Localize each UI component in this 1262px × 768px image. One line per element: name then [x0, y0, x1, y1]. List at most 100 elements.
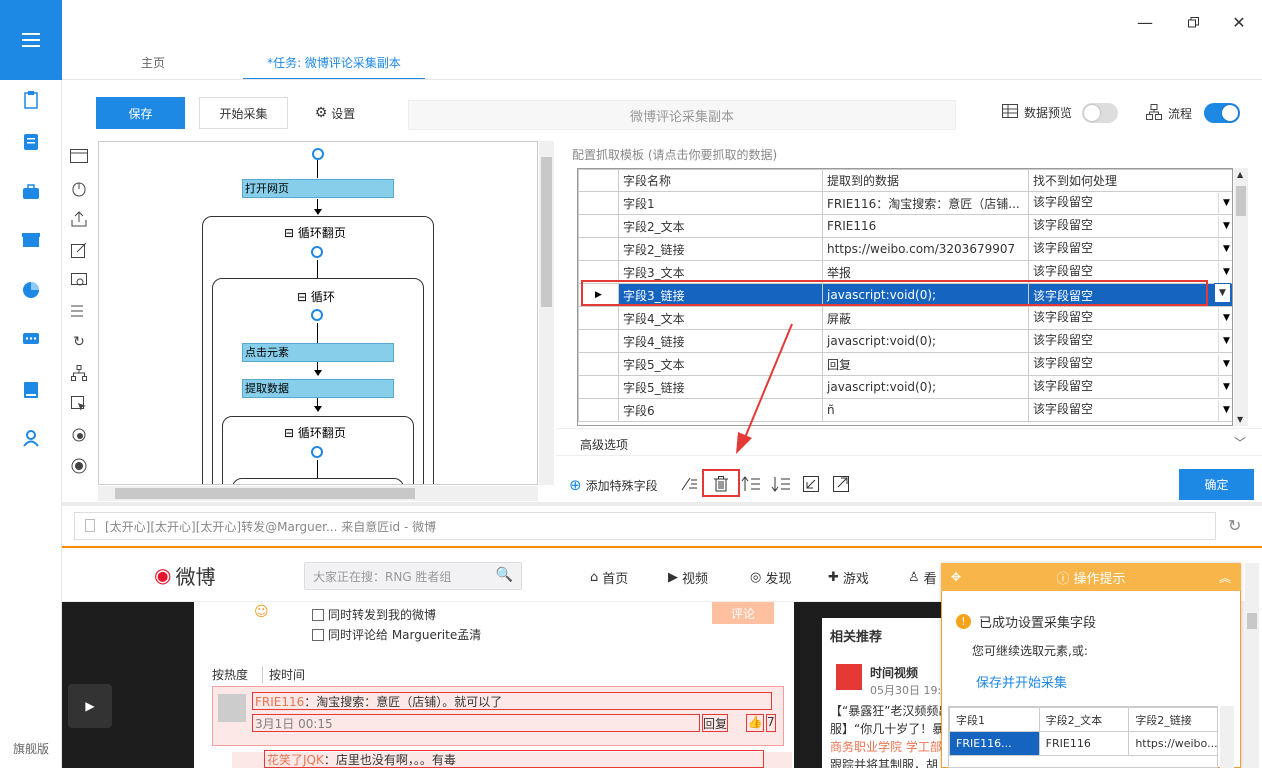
- weibo-logo[interactable]: ◉ 微博: [154, 560, 234, 590]
- field-handle-cell[interactable]: ▼ 该字段留空: [1028, 306, 1232, 330]
- scroll-up-icon[interactable]: ▲: [1237, 170, 1243, 179]
- row-header[interactable]: [578, 306, 619, 330]
- scroll-down-icon[interactable]: ▼: [1237, 415, 1243, 424]
- grid-row[interactable]: 字段2_文本 FRIE116 ▼ 该字段留空: [578, 214, 1232, 238]
- dropdown-icon[interactable]: ▼: [1218, 238, 1232, 260]
- export-tool-icon[interactable]: [68, 208, 90, 230]
- move-down-icon[interactable]: [770, 474, 792, 494]
- dropdown-icon[interactable]: ▼: [1218, 215, 1232, 237]
- open-external-icon[interactable]: [830, 474, 852, 494]
- preview-cell[interactable]: FRIE116: [1038, 731, 1130, 756]
- related-text-3[interactable]: 商务职业学院 学工部: [830, 738, 942, 755]
- preview-cell[interactable]: FRIE116...: [949, 731, 1040, 756]
- grid-row[interactable]: 字段6 ñ ▼ 该字段留空: [578, 398, 1232, 422]
- settings-button[interactable]: ⚙ 设置: [302, 97, 368, 129]
- move-icon[interactable]: ✥: [951, 570, 961, 584]
- flow-node-open-page[interactable]: 打开网页: [242, 179, 394, 198]
- forward-option[interactable]: 同时转发到我的微博: [312, 606, 436, 623]
- field-name-cell[interactable]: 字段2_文本: [618, 214, 823, 238]
- field-name-cell[interactable]: 字段2_链接: [618, 237, 823, 261]
- dropdown-icon[interactable]: ▼: [1218, 353, 1232, 375]
- flow-node-extract-data[interactable]: 提取数据: [242, 379, 394, 398]
- capture-tool-icon[interactable]: [68, 424, 90, 446]
- field-name-cell[interactable]: 字段1: [618, 191, 823, 215]
- close-icon[interactable]: ✕: [1224, 8, 1254, 36]
- grid-row[interactable]: 字段4_链接 javascript:void(0); ▼ 该字段留空: [578, 329, 1232, 353]
- address-bar[interactable]: [太开心][太开心][太开心]转发@Marguer... 来自意匠id - 微博: [74, 512, 1216, 540]
- start-collect-button[interactable]: 开始采集: [199, 97, 288, 129]
- task-name-field[interactable]: 微博评论采集副本: [408, 100, 956, 130]
- comment-option[interactable]: 同时评论给 Marguerite孟清: [312, 626, 481, 643]
- like-icon[interactable]: 👍: [746, 714, 764, 732]
- save-and-start-link[interactable]: 保存并开始采集: [976, 672, 1067, 691]
- refresh-icon[interactable]: ↻: [1228, 516, 1241, 535]
- sort-time[interactable]: 按时间: [262, 666, 305, 683]
- user-icon[interactable]: [19, 426, 43, 450]
- flow-node-click-element[interactable]: 点击元素: [242, 343, 394, 362]
- branch-tool-icon[interactable]: [68, 362, 90, 384]
- nav-discover[interactable]: ◎ 发现: [750, 568, 791, 587]
- chat-icon[interactable]: [19, 328, 43, 352]
- field-data-cell[interactable]: FRIE116: [822, 214, 1029, 238]
- dropdown-icon[interactable]: ▼: [1218, 192, 1232, 214]
- search-tool-icon[interactable]: [68, 270, 90, 292]
- cursor-tool-icon[interactable]: [68, 393, 90, 415]
- flow-loop-nested[interactable]: [232, 478, 404, 484]
- play-icon[interactable]: ▶: [68, 684, 112, 728]
- grid-row[interactable]: 字段4_文本 屏蔽 ▼ 该字段留空: [578, 306, 1232, 330]
- row-header[interactable]: [578, 398, 619, 422]
- add-special-field-button[interactable]: ⊕ 添加特殊字段: [569, 476, 658, 494]
- field-handle-cell[interactable]: ▼ 该字段留空: [1028, 329, 1232, 353]
- briefcase-icon[interactable]: [19, 180, 43, 204]
- grid-row[interactable]: 字段5_链接 javascript:void(0); ▼ 该字段留空: [578, 375, 1232, 399]
- dropdown-icon[interactable]: ▼: [1218, 330, 1232, 352]
- edit-tool-icon[interactable]: [68, 239, 90, 261]
- row-header[interactable]: [578, 191, 619, 215]
- tab-task[interactable]: *任务: 微博评论采集副本: [243, 52, 425, 80]
- move-up-icon[interactable]: [740, 474, 762, 494]
- comment-user[interactable]: FRIE116: [255, 695, 304, 709]
- selected-row-dropdown-icon[interactable]: ▼: [1214, 283, 1231, 303]
- col-header-name[interactable]: 字段名称: [618, 169, 823, 192]
- field-data-cell[interactable]: 回复: [822, 352, 1029, 376]
- advanced-options-row[interactable]: [556, 428, 1262, 456]
- store-icon[interactable]: [19, 228, 43, 252]
- weibo-search-input[interactable]: 大家正在搜：RNG 胜者组 🔍: [304, 562, 522, 590]
- nav-game[interactable]: ✚ 游戏: [828, 568, 869, 587]
- field-handle-cell[interactable]: ▼ 该字段留空: [1028, 214, 1232, 238]
- chevron-down-icon[interactable]: ﹀: [1234, 434, 1246, 451]
- document-icon[interactable]: [19, 130, 43, 154]
- new-task-icon[interactable]: [19, 88, 43, 112]
- field-data-cell[interactable]: javascript:void(0);: [822, 329, 1029, 353]
- list-tool-icon[interactable]: [68, 300, 90, 322]
- nav-profile[interactable]: ♙ 看: [908, 568, 937, 587]
- dropdown-icon[interactable]: ▼: [1218, 307, 1232, 329]
- collapse-icon[interactable]: ︽: [1219, 569, 1231, 586]
- avatar[interactable]: [218, 694, 246, 722]
- dropdown-icon[interactable]: ▼: [1218, 261, 1232, 283]
- locate-field-icon[interactable]: [800, 474, 822, 494]
- search-icon[interactable]: 🔍: [496, 567, 513, 583]
- tab-home[interactable]: 主页: [120, 52, 186, 80]
- field-data-cell[interactable]: FRIE116：淘宝搜索：意匠（店铺...: [822, 191, 1029, 215]
- sub-comment-user[interactable]: 花笑了JQK: [267, 753, 324, 767]
- emoji-icon[interactable]: ☺: [254, 604, 269, 620]
- row-header[interactable]: [578, 237, 619, 261]
- book-icon[interactable]: [19, 378, 43, 402]
- restore-icon[interactable]: [1178, 8, 1208, 36]
- refresh-tool-icon[interactable]: ↻: [68, 331, 90, 353]
- field-data-cell[interactable]: 屏蔽: [822, 306, 1029, 330]
- pie-chart-icon[interactable]: [19, 278, 43, 302]
- flow-vertical-scrollbar[interactable]: [539, 141, 554, 485]
- preview-toggle[interactable]: [1082, 103, 1118, 123]
- confirm-button[interactable]: 确定: [1179, 469, 1254, 500]
- row-header[interactable]: [578, 352, 619, 376]
- minimize-icon[interactable]: —: [1130, 8, 1160, 36]
- field-handle-cell[interactable]: ▼ 该字段留空: [1028, 352, 1232, 376]
- field-handle-cell[interactable]: ▼ 该字段留空: [1028, 191, 1232, 215]
- field-handle-cell[interactable]: ▼ 该字段留空: [1028, 375, 1232, 399]
- preview-cell[interactable]: https://weibo...: [1128, 731, 1217, 756]
- web-scrollbar[interactable]: [1245, 563, 1259, 768]
- grid-row[interactable]: 字段2_链接 https://weibo.com/3203679907 ▼ 该字段留空: [578, 237, 1232, 261]
- field-data-cell[interactable]: https://weibo.com/3203679907: [822, 237, 1029, 261]
